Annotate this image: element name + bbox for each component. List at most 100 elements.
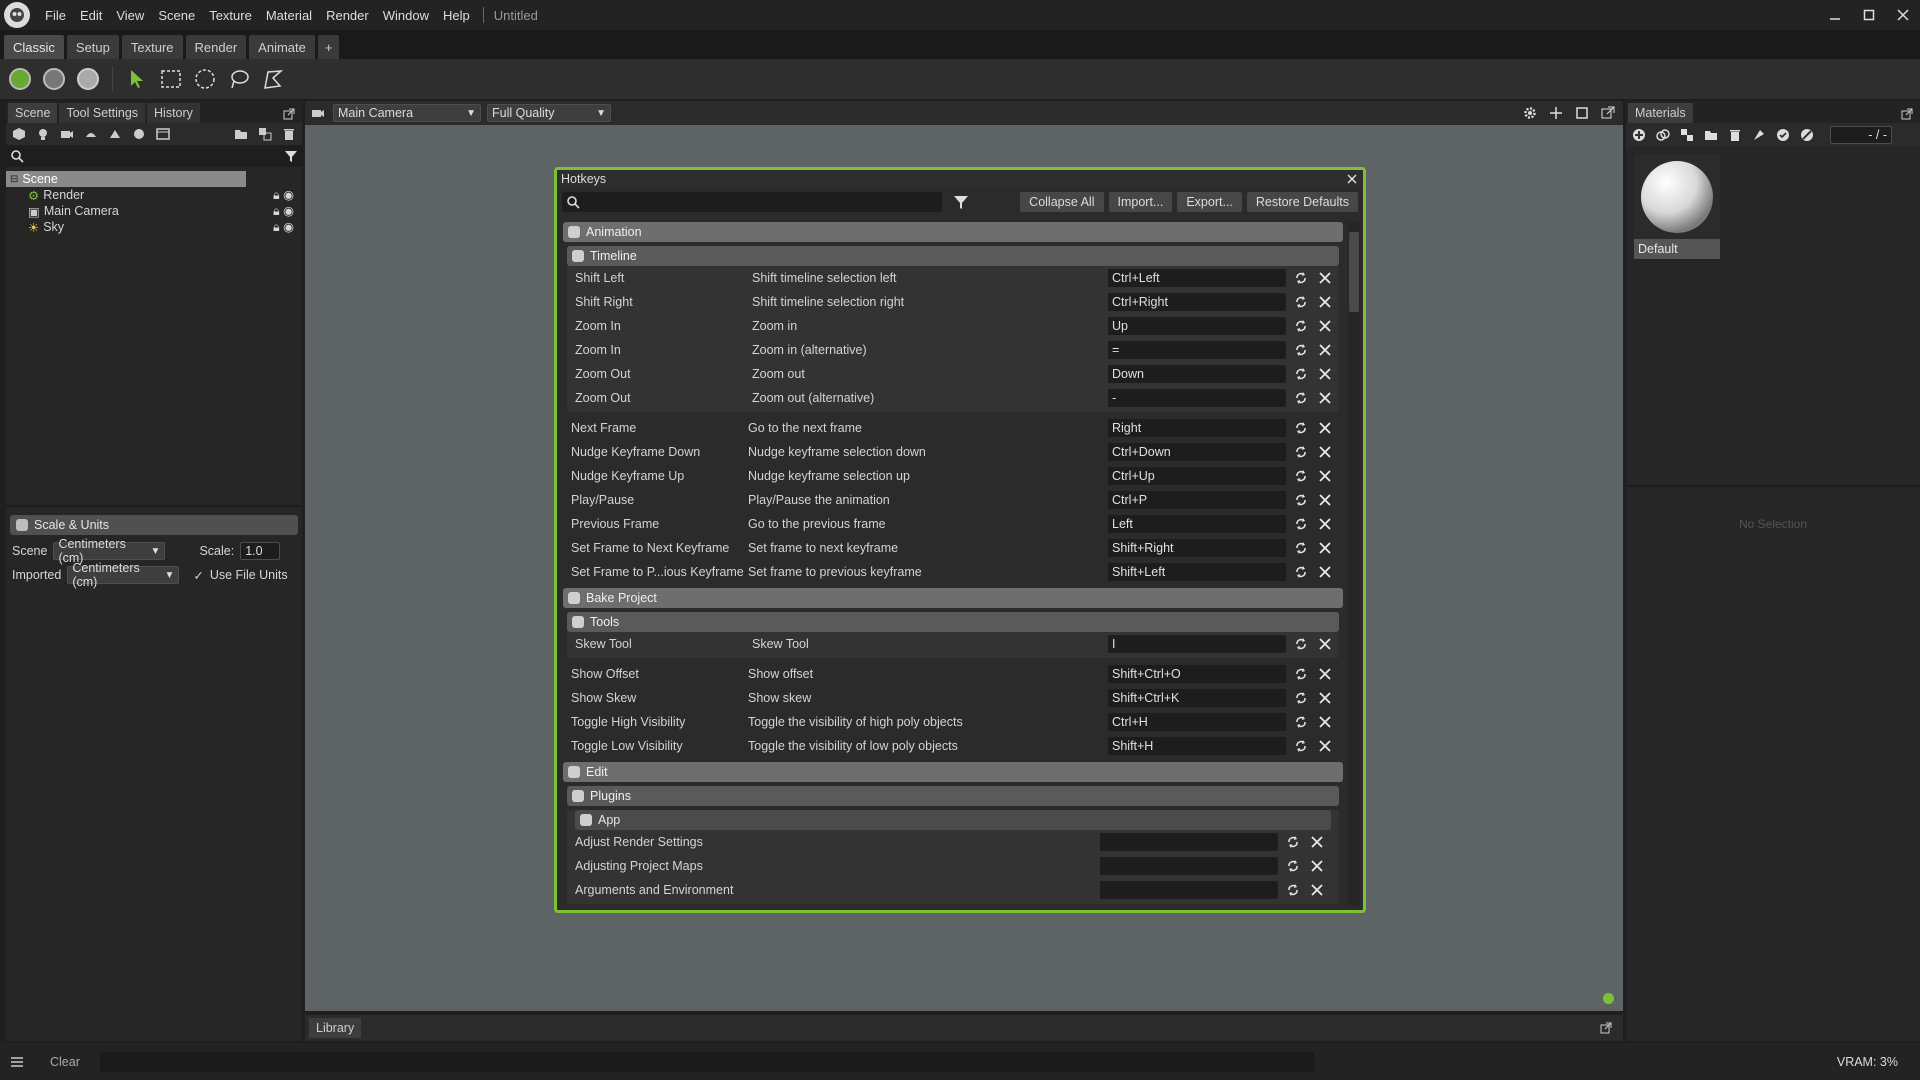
menu-render[interactable]: Render xyxy=(319,8,376,23)
imported-unit-dropdown[interactable]: Centimeters (cm) ▼ xyxy=(67,561,180,589)
hotkey-row[interactable]: Arguments and Environment xyxy=(567,878,1339,902)
hotkey-binding-field[interactable]: Shift+Right xyxy=(1108,539,1286,557)
circle-select-icon[interactable] xyxy=(191,65,219,93)
add-tab-button[interactable]: + xyxy=(317,35,340,59)
clear-binding-icon[interactable] xyxy=(1318,421,1332,435)
tree-item-main-camera[interactable]: ▣ Main Camera 🔒︎ ◉ xyxy=(6,203,302,219)
hotkey-row[interactable]: Skew Tool Skew Tool I xyxy=(567,632,1339,656)
reset-icon[interactable] xyxy=(1294,391,1308,405)
hotkey-binding-field[interactable] xyxy=(1100,857,1278,875)
hotkey-row[interactable]: Shift Left Shift timeline selection left C… xyxy=(567,266,1339,290)
filter-icon[interactable] xyxy=(284,149,298,163)
material-counter[interactable]: - / - xyxy=(1830,126,1892,144)
clear-binding-icon[interactable] xyxy=(1310,835,1324,849)
tab-history[interactable]: History xyxy=(147,103,200,123)
subgroup-header-app[interactable]: App xyxy=(575,810,1331,830)
collapse-all-button[interactable]: Collapse All xyxy=(1020,192,1104,212)
clear-binding-icon[interactable] xyxy=(1318,295,1332,309)
clear-binding-icon[interactable] xyxy=(1318,739,1332,753)
checkbox-icon[interactable]: ✓ xyxy=(193,568,203,583)
tab-tool-settings[interactable]: Tool Settings xyxy=(59,103,146,123)
quality-dropdown[interactable]: Full Quality ▼ xyxy=(487,104,611,122)
hotkey-row[interactable]: Show Offset Show offset Shift+Ctrl+O xyxy=(563,662,1343,686)
hotkey-binding-field[interactable]: Ctrl+Right xyxy=(1108,293,1286,311)
delete-icon[interactable] xyxy=(1726,126,1744,144)
assign-icon[interactable] xyxy=(1750,126,1768,144)
camera-dropdown[interactable]: Main Camera ▼ xyxy=(333,104,481,122)
hotkey-binding-field[interactable]: Ctrl+Left xyxy=(1108,269,1286,287)
hotkey-binding-field[interactable]: Right xyxy=(1108,419,1286,437)
rect-select-icon[interactable] xyxy=(157,65,185,93)
popout-icon[interactable] xyxy=(1898,105,1916,123)
tab-classic[interactable]: Classic xyxy=(4,35,64,59)
check-icon[interactable] xyxy=(1774,126,1792,144)
hotkey-binding-field[interactable]: - xyxy=(1108,389,1286,407)
reset-icon[interactable] xyxy=(1294,343,1308,357)
clear-binding-icon[interactable] xyxy=(1318,271,1332,285)
hotkey-binding-field[interactable]: Ctrl+Up xyxy=(1108,467,1286,485)
clear-binding-icon[interactable] xyxy=(1318,517,1332,531)
hotkey-row[interactable]: Toggle Low Visibility Toggle the visibili… xyxy=(563,734,1343,758)
add-object-icon[interactable] xyxy=(10,125,28,143)
delete-icon[interactable] xyxy=(280,125,298,143)
filter-icon[interactable] xyxy=(953,194,969,210)
reset-icon[interactable] xyxy=(1294,271,1308,285)
menu-material[interactable]: Material xyxy=(259,8,319,23)
menu-view[interactable]: View xyxy=(109,8,151,23)
hotkey-binding-field[interactable]: Down xyxy=(1108,365,1286,383)
checker-icon[interactable] xyxy=(1678,126,1696,144)
hotkey-row[interactable]: Adjusting Project Maps xyxy=(567,854,1339,878)
clear-binding-icon[interactable] xyxy=(1318,541,1332,555)
add-camera-icon[interactable] xyxy=(58,125,76,143)
tab-texture[interactable]: Texture xyxy=(121,35,183,59)
hotkey-row[interactable]: Zoom In Zoom in Up xyxy=(567,314,1339,338)
reset-icon[interactable] xyxy=(1294,421,1308,435)
reset-icon[interactable] xyxy=(1294,295,1308,309)
reset-icon[interactable] xyxy=(1286,859,1300,873)
reset-icon[interactable] xyxy=(1294,691,1308,705)
clear-binding-icon[interactable] xyxy=(1310,859,1324,873)
menu-window[interactable]: Window xyxy=(376,8,436,23)
subgroup-header-plugins[interactable]: Plugins xyxy=(567,786,1339,806)
tab-animate[interactable]: Animate xyxy=(249,35,315,59)
hotkey-binding-field[interactable] xyxy=(1100,833,1278,851)
clear-binding-icon[interactable] xyxy=(1318,391,1332,405)
folder-icon[interactable] xyxy=(232,125,250,143)
hotkey-row[interactable]: Toggle High Visibility Toggle the visibil… xyxy=(563,710,1343,734)
reset-icon[interactable] xyxy=(1294,493,1308,507)
tree-item-sky[interactable]: ☀ Sky 🔒︎ ◉ xyxy=(6,219,302,235)
popout-icon[interactable] xyxy=(1597,1019,1615,1037)
reset-icon[interactable] xyxy=(1294,667,1308,681)
tree-item-render[interactable]: ⚙ Render 🔒︎ ◉ xyxy=(6,187,302,203)
add-light-icon[interactable] xyxy=(34,125,52,143)
hotkey-row[interactable]: Nudge Keyframe Down Nudge keyframe select… xyxy=(563,440,1343,464)
clear-button[interactable]: Clear xyxy=(50,1055,80,1069)
group-header-edit[interactable]: Edit xyxy=(563,762,1343,782)
clear-binding-icon[interactable] xyxy=(1318,691,1332,705)
clear-binding-icon[interactable] xyxy=(1318,319,1332,333)
subgroup-header-tools[interactable]: Tools xyxy=(567,612,1339,632)
lock-eye-icons[interactable]: 🔒︎ ◉ xyxy=(273,203,294,219)
hotkey-row[interactable]: Nudge Keyframe Up Nudge keyframe selectio… xyxy=(563,464,1343,488)
lock-eye-icons[interactable]: 🔒︎ ◉ xyxy=(273,219,294,235)
duplicate-material-icon[interactable] xyxy=(1654,126,1672,144)
hotkey-row[interactable]: Zoom In Zoom in (alternative) = xyxy=(567,338,1339,362)
menu-edit[interactable]: Edit xyxy=(73,8,109,23)
group-icon[interactable] xyxy=(256,125,274,143)
menu-file[interactable]: File xyxy=(38,8,73,23)
hotkey-row[interactable]: Play/Pause Play/Pause the animation Ctrl+P xyxy=(563,488,1343,512)
tab-scene[interactable]: Scene xyxy=(8,103,58,123)
add-shape-icon[interactable] xyxy=(106,125,124,143)
reset-icon[interactable] xyxy=(1286,835,1300,849)
reset-icon[interactable] xyxy=(1294,367,1308,381)
polygon-select-icon[interactable] xyxy=(259,65,287,93)
clear-binding-icon[interactable] xyxy=(1318,493,1332,507)
scale-units-header[interactable]: Scale & Units xyxy=(10,515,298,535)
add-animation-icon[interactable] xyxy=(154,125,172,143)
shading-gray-sphere-icon[interactable] xyxy=(40,65,68,93)
reset-icon[interactable] xyxy=(1294,517,1308,531)
hotkey-binding-field[interactable]: I xyxy=(1108,635,1286,653)
clear-binding-icon[interactable] xyxy=(1318,343,1332,357)
hotkey-binding-field[interactable]: Shift+Ctrl+K xyxy=(1108,689,1286,707)
hotkey-row[interactable]: Shift Right Shift timeline selection righ… xyxy=(567,290,1339,314)
